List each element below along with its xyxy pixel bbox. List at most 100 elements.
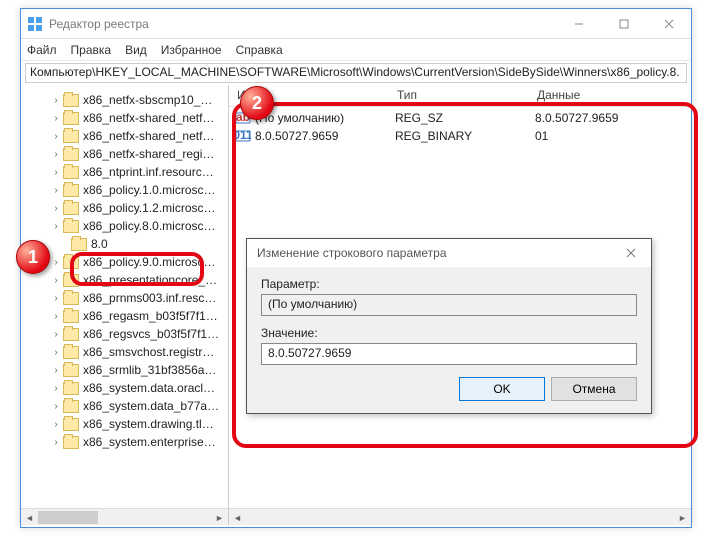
expand-icon[interactable]: › bbox=[51, 149, 61, 160]
expand-icon[interactable]: › bbox=[51, 437, 61, 448]
tree-item[interactable]: ›x86_netfx-shared_netf… bbox=[21, 127, 228, 145]
tree-item[interactable]: › x86_system.drawing.tl… bbox=[21, 415, 228, 433]
expand-icon[interactable]: › bbox=[51, 293, 61, 304]
tree-item[interactable]: › x86_regasm_b03f5f7f1… bbox=[21, 307, 228, 325]
tree-item[interactable]: › x86_srmlib_31bf3856a… bbox=[21, 361, 228, 379]
ok-button[interactable]: OK bbox=[459, 377, 545, 401]
tree-item-label: x86_srmlib_31bf3856a… bbox=[83, 363, 216, 377]
cell-name: (По умолчанию) bbox=[255, 111, 395, 125]
expand-icon[interactable]: › bbox=[51, 113, 61, 124]
cancel-button[interactable]: Отмена bbox=[551, 377, 637, 401]
param-label: Параметр: bbox=[261, 277, 637, 291]
expand-icon[interactable]: › bbox=[51, 347, 61, 358]
tree-item-label: x86_smsvchost.registr… bbox=[83, 345, 214, 359]
expand-icon[interactable]: › bbox=[51, 383, 61, 394]
col-data[interactable]: Данные bbox=[529, 85, 669, 106]
tree-item[interactable]: › x86_netfx-shared_netf… bbox=[21, 109, 228, 127]
expand-icon[interactable]: › bbox=[51, 275, 61, 286]
tree-scrollbar-horizontal[interactable]: ◄ ► bbox=[21, 508, 228, 525]
tree-item[interactable]: › x86_policy.8.0.microsc… bbox=[21, 217, 228, 235]
tree-item[interactable]: › x86_policy.1.2.microsc… bbox=[21, 199, 228, 217]
expand-icon[interactable]: › bbox=[51, 167, 61, 178]
tree-item[interactable]: › x86_system.data_b77a… bbox=[21, 397, 228, 415]
tree-item[interactable]: › x86_system.data.oracl… bbox=[21, 379, 228, 397]
tree-item-label: x86_netfx-shared_netf… bbox=[83, 111, 214, 125]
folder-icon bbox=[63, 202, 79, 215]
minimize-button[interactable] bbox=[556, 9, 601, 38]
tree-item-label: x86_presentationcore_… bbox=[83, 273, 217, 287]
cell-data: 01 bbox=[535, 129, 675, 143]
cell-type: REG_SZ bbox=[395, 111, 535, 125]
close-button[interactable] bbox=[646, 9, 691, 38]
tree-item[interactable]: ›x86_policy.1.0.microsc… bbox=[21, 181, 228, 199]
folder-icon bbox=[63, 400, 79, 413]
maximize-button[interactable] bbox=[601, 9, 646, 38]
tree-item-label: 8.0 bbox=[91, 237, 108, 251]
tree-item[interactable]: ›x86_system.enterprise… bbox=[21, 433, 228, 451]
folder-icon bbox=[63, 292, 79, 305]
string-value-icon: ab bbox=[235, 110, 251, 126]
expand-icon[interactable]: › bbox=[51, 95, 61, 106]
expand-icon[interactable]: › bbox=[51, 131, 61, 142]
dialog-close-button[interactable] bbox=[611, 239, 651, 267]
value-label: Значение: bbox=[261, 326, 637, 340]
svg-text:011: 011 bbox=[235, 128, 251, 142]
expand-icon[interactable]: › bbox=[51, 329, 61, 340]
folder-icon bbox=[63, 256, 79, 269]
tree-item-label: x86_netfx-shared_regi… bbox=[83, 147, 214, 161]
tree-item[interactable]: ›x86_policy.9.0.microsc… bbox=[21, 253, 228, 271]
scroll-right-icon[interactable]: ► bbox=[674, 509, 691, 526]
menubar: Файл Правка Вид Избранное Справка bbox=[21, 39, 691, 61]
expand-icon[interactable]: › bbox=[51, 257, 61, 268]
folder-icon bbox=[63, 166, 79, 179]
tree-item-label: x86_netfx-sbscmp10_… bbox=[83, 93, 212, 107]
folder-icon bbox=[63, 346, 79, 359]
expand-icon[interactable]: › bbox=[51, 221, 61, 232]
param-field[interactable]: (По умолчанию) bbox=[261, 294, 637, 316]
menu-view[interactable]: Вид bbox=[125, 43, 147, 57]
tree-item-label: x86_ntprint.inf.resourc… bbox=[83, 165, 214, 179]
tree-item[interactable]: › x86_netfx-shared_regi… bbox=[21, 145, 228, 163]
tree-item[interactable]: › x86_presentationcore_… bbox=[21, 271, 228, 289]
tree-item[interactable]: ›x86_prnms003.inf.resc… bbox=[21, 289, 228, 307]
window-title: Редактор реестра bbox=[49, 17, 556, 31]
col-type[interactable]: Тип bbox=[389, 85, 529, 106]
tree-item-label: x86_regasm_b03f5f7f1… bbox=[83, 309, 218, 323]
scroll-right-icon[interactable]: ► bbox=[211, 509, 228, 525]
tree-item-label: x86_system.data.oracl… bbox=[83, 381, 215, 395]
dialog-titlebar: Изменение строкового параметра bbox=[247, 239, 651, 267]
tree-item-label: x86_policy.8.0.microsc… bbox=[83, 219, 216, 233]
tree-item[interactable]: ›x86_regsvcs_b03f5f7f1… bbox=[21, 325, 228, 343]
tree-item-selected[interactable]: 8.0 bbox=[21, 235, 228, 253]
tree-pane[interactable]: ›x86_netfx-sbscmp10_…›x86_netfx-shared_n… bbox=[21, 85, 229, 525]
scroll-left-icon[interactable]: ◄ bbox=[21, 509, 38, 525]
scroll-thumb[interactable] bbox=[38, 511, 98, 524]
tree-item-label: x86_system.data_b77a… bbox=[83, 399, 219, 413]
expand-icon[interactable]: › bbox=[51, 401, 61, 412]
col-name[interactable]: Имя bbox=[229, 85, 389, 106]
list-scrollbar-horizontal[interactable]: ◄ ► bbox=[229, 508, 691, 525]
expand-icon[interactable]: › bbox=[51, 365, 61, 376]
tree-item[interactable]: › x86_ntprint.inf.resourc… bbox=[21, 163, 228, 181]
menu-favorites[interactable]: Избранное bbox=[161, 43, 222, 57]
tree-item-label: x86_policy.1.2.microsc… bbox=[83, 201, 216, 215]
folder-icon bbox=[63, 328, 79, 341]
folder-icon bbox=[63, 382, 79, 395]
tree-item-label: x86_system.drawing.tl… bbox=[83, 417, 214, 431]
expand-icon[interactable]: › bbox=[51, 311, 61, 322]
expand-icon[interactable]: › bbox=[51, 185, 61, 196]
tree-item[interactable]: › x86_netfx-sbscmp10_… bbox=[21, 91, 228, 109]
expand-icon[interactable]: › bbox=[51, 419, 61, 430]
menu-edit[interactable]: Правка bbox=[71, 43, 112, 57]
value-field[interactable]: 8.0.50727.9659 bbox=[261, 343, 637, 365]
list-row[interactable]: 0118.0.50727.9659REG_BINARY01 bbox=[229, 127, 691, 145]
menu-file[interactable]: Файл bbox=[27, 43, 57, 57]
expand-icon[interactable]: › bbox=[51, 203, 61, 214]
scroll-left-icon[interactable]: ◄ bbox=[229, 509, 246, 526]
cell-type: REG_BINARY bbox=[395, 129, 535, 143]
tree-item[interactable]: › x86_smsvchost.registr… bbox=[21, 343, 228, 361]
list-row[interactable]: ab(По умолчанию)REG_SZ8.0.50727.9659 bbox=[229, 109, 691, 127]
folder-icon bbox=[63, 436, 79, 449]
address-bar[interactable]: Компьютер\HKEY_LOCAL_MACHINE\SOFTWARE\Mi… bbox=[25, 63, 687, 83]
menu-help[interactable]: Справка bbox=[236, 43, 283, 57]
